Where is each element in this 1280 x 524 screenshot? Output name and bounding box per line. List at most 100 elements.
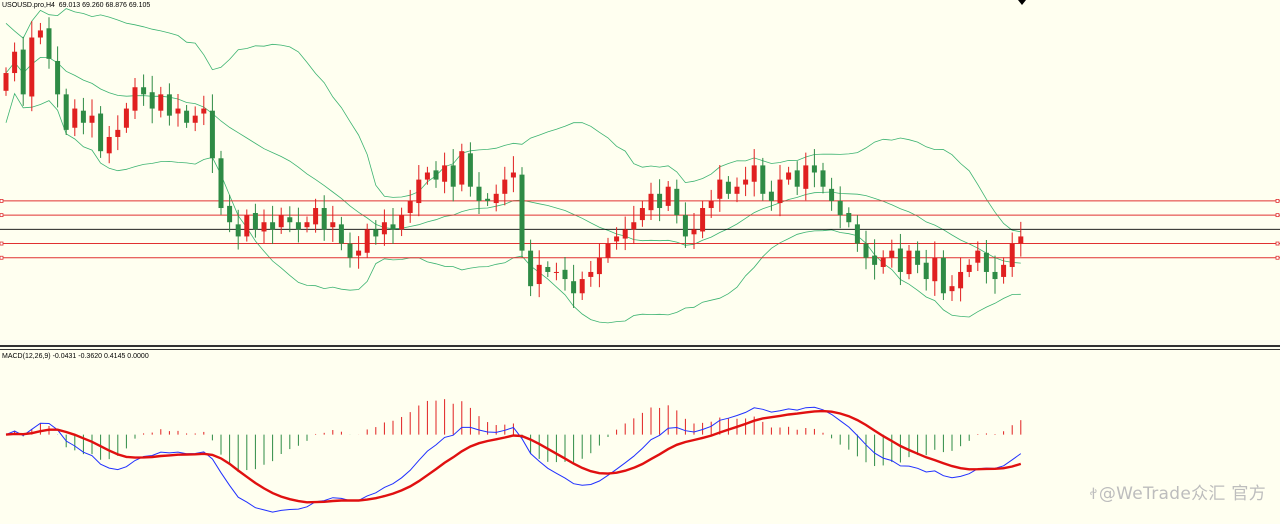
candle-body [227, 205, 233, 223]
watermark-text: @WeTrade众汇 官方 [1098, 484, 1266, 504]
candle-body [278, 215, 284, 228]
candle-body [166, 94, 172, 116]
candle-body [407, 200, 413, 213]
candle-body [1001, 264, 1007, 277]
level-handle-right [1275, 199, 1280, 203]
candle-body [338, 224, 344, 244]
candle-body [141, 87, 147, 95]
level-handle-left [0, 241, 4, 246]
candle-body [321, 208, 327, 230]
candle-body [932, 257, 938, 282]
candle-body [46, 28, 52, 59]
candle-body [356, 250, 362, 256]
candle-body [992, 271, 998, 280]
candle-body [115, 129, 121, 137]
candle-body [89, 115, 95, 123]
candle-body [880, 257, 886, 267]
candle-body [820, 170, 826, 187]
candle-body [175, 108, 181, 114]
price-chart [0, 8, 1280, 324]
candle-body [682, 215, 688, 237]
candle-body [725, 181, 731, 194]
macd-header: MACD(12,26,9) -0.0431 -0.3620 0.4145 0.0… [2, 353, 149, 360]
candle-body [571, 281, 577, 294]
candle-body [717, 179, 723, 199]
candle-body [648, 193, 654, 211]
candle-body [691, 229, 697, 235]
candle-body [218, 158, 224, 209]
watermark: ꬷ @WeTrade众汇 官方 [1090, 479, 1266, 504]
candle-body [657, 193, 663, 209]
candle-body [786, 172, 792, 180]
candle-body [63, 94, 69, 130]
candle-body [330, 222, 336, 228]
candle-body [829, 188, 835, 201]
candle-body [416, 179, 422, 204]
candle-body [949, 286, 955, 292]
candle-body [588, 271, 594, 277]
macd-indicator-pane[interactable]: MACD(12,26,9) -0.0431 -0.3620 0.4145 0.0… [0, 349, 1280, 524]
candle-body [244, 215, 250, 237]
macd-chart [5, 399, 1022, 513]
candle-body [1009, 243, 1015, 267]
candle-body [923, 262, 929, 280]
price-chart-pane[interactable]: USOUSD.pro,H4 69.013 69.260 68.876 69.10… [0, 0, 1280, 347]
candle-body [201, 108, 207, 114]
candle-body [252, 212, 258, 230]
candle-body [364, 229, 370, 253]
candle-body [966, 264, 972, 272]
candle-body [72, 108, 78, 128]
candle-body [665, 186, 671, 206]
candle-body [863, 243, 869, 258]
candle-body [906, 250, 912, 275]
candle-body [1018, 236, 1024, 244]
candle-body [106, 136, 112, 154]
candle-body [983, 252, 989, 272]
candle-body [381, 222, 387, 235]
candle-body [450, 165, 456, 187]
candle-body [519, 174, 525, 251]
candle-body [777, 179, 783, 204]
candle-body [545, 266, 551, 272]
candle-body [459, 151, 465, 185]
candle-body [313, 208, 319, 225]
candle-body [528, 250, 534, 287]
bollinger-upper-band [5, 8, 1021, 233]
macd-line [5, 406, 1022, 513]
chart-header: USOUSD.pro,H4 69.013 69.260 68.876 69.10… [2, 2, 151, 9]
candle-body [20, 49, 26, 95]
candle-body [235, 224, 241, 237]
candle-body [373, 229, 379, 237]
candle-body [975, 250, 981, 263]
candle-body [3, 73, 9, 91]
candle-body [596, 257, 602, 275]
candle-body [433, 170, 439, 180]
candle-body [674, 188, 680, 216]
candle-body [536, 264, 542, 285]
level-handle-left [0, 213, 4, 218]
candle-body [442, 165, 448, 182]
candle-body [639, 208, 645, 221]
candle-body [270, 222, 276, 230]
candle-body [304, 222, 310, 228]
candle-body [734, 186, 740, 194]
candle-body [98, 113, 104, 152]
candle-body [614, 236, 620, 242]
candle-body [132, 87, 138, 111]
candle-body [399, 215, 405, 230]
candle-body [149, 92, 155, 109]
candle-body [760, 165, 766, 194]
level-handle-right [1275, 255, 1280, 260]
candle-body [579, 279, 585, 294]
candle-body [562, 269, 568, 280]
candle-body [958, 271, 964, 289]
candle-body [553, 271, 559, 273]
candle-body [37, 30, 43, 38]
candle-body [700, 208, 706, 232]
chart-shift-marker-icon[interactable] [1018, 0, 1028, 6]
level-handle-right [1275, 241, 1280, 246]
level-handle-left [0, 199, 4, 203]
candle-body [192, 115, 198, 123]
candle-body [794, 170, 800, 187]
candle-body [55, 60, 61, 95]
